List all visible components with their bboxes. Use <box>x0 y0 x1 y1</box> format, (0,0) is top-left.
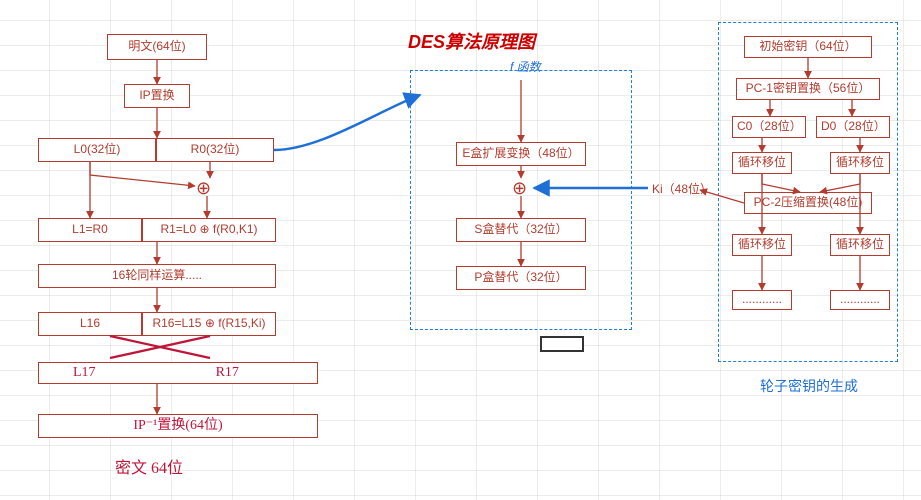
xor-center: ⊕ <box>512 178 527 199</box>
hand-ipinv: IP⁻¹置换(64位) <box>133 418 222 433</box>
box-shift-dl: 循环移位 <box>830 152 890 174</box>
key-gen-label: 轮子密钥的生成 <box>760 376 858 396</box>
box-L0: L0(32位) <box>38 138 156 162</box>
box-shift-cl2: 循环移位 <box>732 234 792 256</box>
box-dots-l: ............ <box>732 290 792 310</box>
f-function-panel <box>410 70 632 330</box>
hand-cipher: 密文 64位 <box>115 454 183 478</box>
box-R16: R16=L15 ⊕ f(R15,Ki) <box>142 312 276 336</box>
box-C0: C0（28位） <box>732 116 806 138</box>
box-S: S盒替代（32位） <box>456 218 586 242</box>
box-L16: L16 <box>38 312 142 336</box>
box-R1: R1=L0 ⊕ f(R0,K1) <box>142 218 276 242</box>
hand-R17: R17 <box>216 365 239 380</box>
box-P: P盒替代（32位） <box>456 266 586 290</box>
box-shift-dl2: 循环移位 <box>830 234 890 256</box>
box-plaintext: 明文(64位) <box>107 34 207 60</box>
box-L1: L1=R0 <box>38 218 142 242</box>
box-rounds: 16轮同样运算..... <box>38 264 276 288</box>
diagram-title: DES算法原理图 <box>408 28 535 54</box>
K-label: Ki（48位） <box>652 180 712 197</box>
box-D0: D0（28位） <box>816 116 890 138</box>
box-pc2: PC-2压缩置换(48位) <box>744 192 872 214</box>
xor-node: ⊕ <box>196 178 211 199</box>
box-initkey: 初始密钥（64位） <box>744 36 872 58</box>
box-dots-r: ............ <box>830 290 890 310</box>
box-ip: IP置换 <box>124 84 190 108</box>
box-L17: L17 R17 <box>38 362 318 384</box>
box-R0: R0(32位) <box>156 138 274 162</box>
box-pc1: PC-1密钥置换（56位） <box>736 78 880 100</box>
cell-selection[interactable] <box>540 336 584 352</box>
hand-L17: L17 <box>73 365 96 380</box>
box-shift-cl: 循环移位 <box>732 152 792 174</box>
box-E: E盒扩展变换（48位） <box>456 142 586 166</box>
box-ipinv: IP⁻¹置换(64位) <box>38 414 318 438</box>
